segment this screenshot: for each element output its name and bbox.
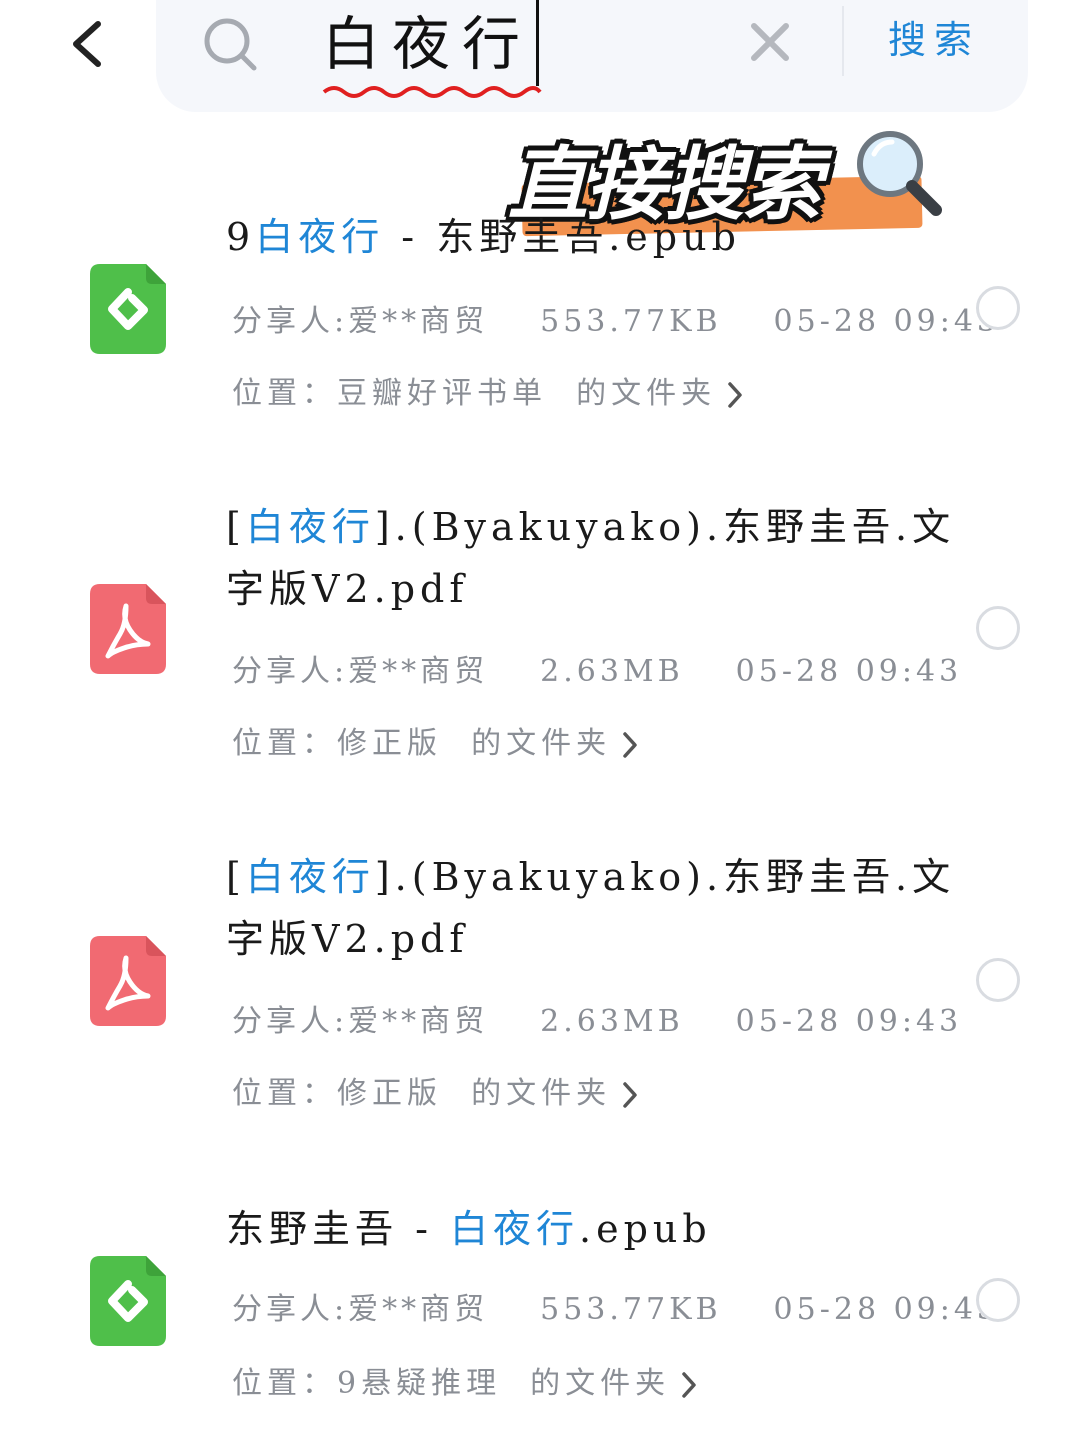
chevron-right-icon (682, 1372, 696, 1398)
file-meta: 分享人:爱**商贸 553.77KB 05-28 09:43 (232, 1284, 1000, 1328)
file-name: 东野圭吾 - 白夜行.epub (226, 1198, 956, 1260)
result-item[interactable]: 东野圭吾 - 白夜行.epub 分享人:爱**商贸 553.77KB 05-28 0… (0, 1196, 1080, 1416)
file-name-suffix: - 东野圭吾.epub (384, 215, 741, 259)
location-label: 位置： (232, 376, 337, 411)
file-size: 553.77KB (540, 1292, 722, 1327)
file-size: 2.63MB (540, 1004, 684, 1039)
location-suffix: 的文件夹 (530, 1366, 671, 1401)
file-size: 2.63MB (540, 654, 684, 689)
location-folder: 豆瓣好评书单 (337, 376, 547, 411)
location-folder: 修正版 (337, 1076, 442, 1111)
file-size: 553.77KB (540, 304, 722, 339)
location-suffix: 的文件夹 (576, 376, 717, 411)
file-name-prefix: 9 (226, 215, 256, 259)
chevron-right-icon (728, 382, 742, 408)
location-label: 位置： (232, 1076, 337, 1111)
file-sharer: 分享人:爱**商贸 (232, 1292, 489, 1327)
file-name-highlight: 白夜行 (255, 215, 385, 259)
file-name-highlight: 白夜行 (245, 855, 375, 899)
file-name: 9白夜行 - 东野圭吾.epub (226, 206, 956, 268)
pdf-file-icon (90, 936, 166, 1026)
select-radio[interactable] (976, 1278, 1020, 1322)
location-label: 位置： (232, 726, 337, 761)
location-folder: 修正版 (337, 726, 442, 761)
file-name-prefix: 东野圭吾 - (226, 1207, 450, 1251)
file-name: [白夜行].(Byakuyako).东野圭吾.文字版V2.pdf (226, 496, 956, 620)
file-meta: 分享人:爱**商贸 553.77KB 05-28 09:43 (232, 296, 1000, 340)
file-sharer: 分享人:爱**商贸 (232, 654, 489, 689)
search-divider (842, 6, 844, 76)
file-name-prefix: [ (226, 855, 246, 899)
spellcheck-underline (322, 86, 542, 98)
file-sharer: 分享人:爱**商贸 (232, 1004, 489, 1039)
file-meta: 分享人:爱**商贸 2.63MB 05-28 09:43 (232, 996, 962, 1040)
search-icon (204, 18, 257, 71)
search-button[interactable]: 搜索 (888, 10, 980, 70)
back-button[interactable] (62, 14, 118, 74)
location-label: 位置： (232, 1366, 337, 1401)
chevron-left-icon (73, 21, 101, 67)
file-time: 05-28 09:43 (735, 1004, 963, 1039)
result-item[interactable]: 9白夜行 - 东野圭吾.epub 分享人:爱**商贸 553.77KB 05-28 … (0, 200, 1080, 450)
result-item[interactable]: [白夜行].(Byakuyako).东野圭吾.文字版V2.pdf 分享人:爱**… (0, 496, 1080, 796)
file-meta: 分享人:爱**商贸 2.63MB 05-28 09:43 (232, 646, 962, 690)
file-name-highlight: 白夜行 (450, 1207, 580, 1251)
file-location[interactable]: 位置：修正版 的文件夹 (232, 1068, 639, 1112)
file-location[interactable]: 位置：豆瓣好评书单 的文件夹 (232, 368, 744, 412)
select-radio[interactable] (976, 958, 1020, 1002)
file-name: [白夜行].(Byakuyako).东野圭吾.文字版V2.pdf (226, 846, 956, 970)
search-input[interactable]: 白夜行 (322, 0, 532, 88)
file-name-suffix: .epub (579, 1207, 712, 1251)
file-time: 05-28 09:43 (773, 304, 1001, 339)
chevron-right-icon (623, 732, 637, 758)
result-item[interactable]: [白夜行].(Byakuyako).东野圭吾.文字版V2.pdf 分享人:爱**… (0, 846, 1080, 1146)
location-folder: 9悬疑推理 (337, 1366, 502, 1401)
search-bar: 白夜行 搜索 (156, 0, 1028, 112)
file-name-highlight: 白夜行 (245, 505, 375, 549)
file-name-prefix: [ (226, 505, 246, 549)
chevron-right-icon (623, 1082, 637, 1108)
select-radio[interactable] (976, 606, 1020, 650)
text-caret (536, 0, 539, 86)
file-time: 05-28 09:43 (773, 1292, 1001, 1327)
location-suffix: 的文件夹 (471, 1076, 612, 1111)
epub-file-icon (90, 264, 166, 354)
epub-file-icon (90, 1256, 166, 1346)
file-location[interactable]: 位置：修正版 的文件夹 (232, 718, 639, 762)
pdf-file-icon (90, 584, 166, 674)
close-icon[interactable] (748, 20, 792, 64)
file-location[interactable]: 位置：9悬疑推理 的文件夹 (232, 1358, 698, 1402)
location-suffix: 的文件夹 (471, 726, 612, 761)
file-sharer: 分享人:爱**商贸 (232, 304, 489, 339)
file-time: 05-28 09:43 (735, 654, 963, 689)
select-radio[interactable] (976, 286, 1020, 330)
